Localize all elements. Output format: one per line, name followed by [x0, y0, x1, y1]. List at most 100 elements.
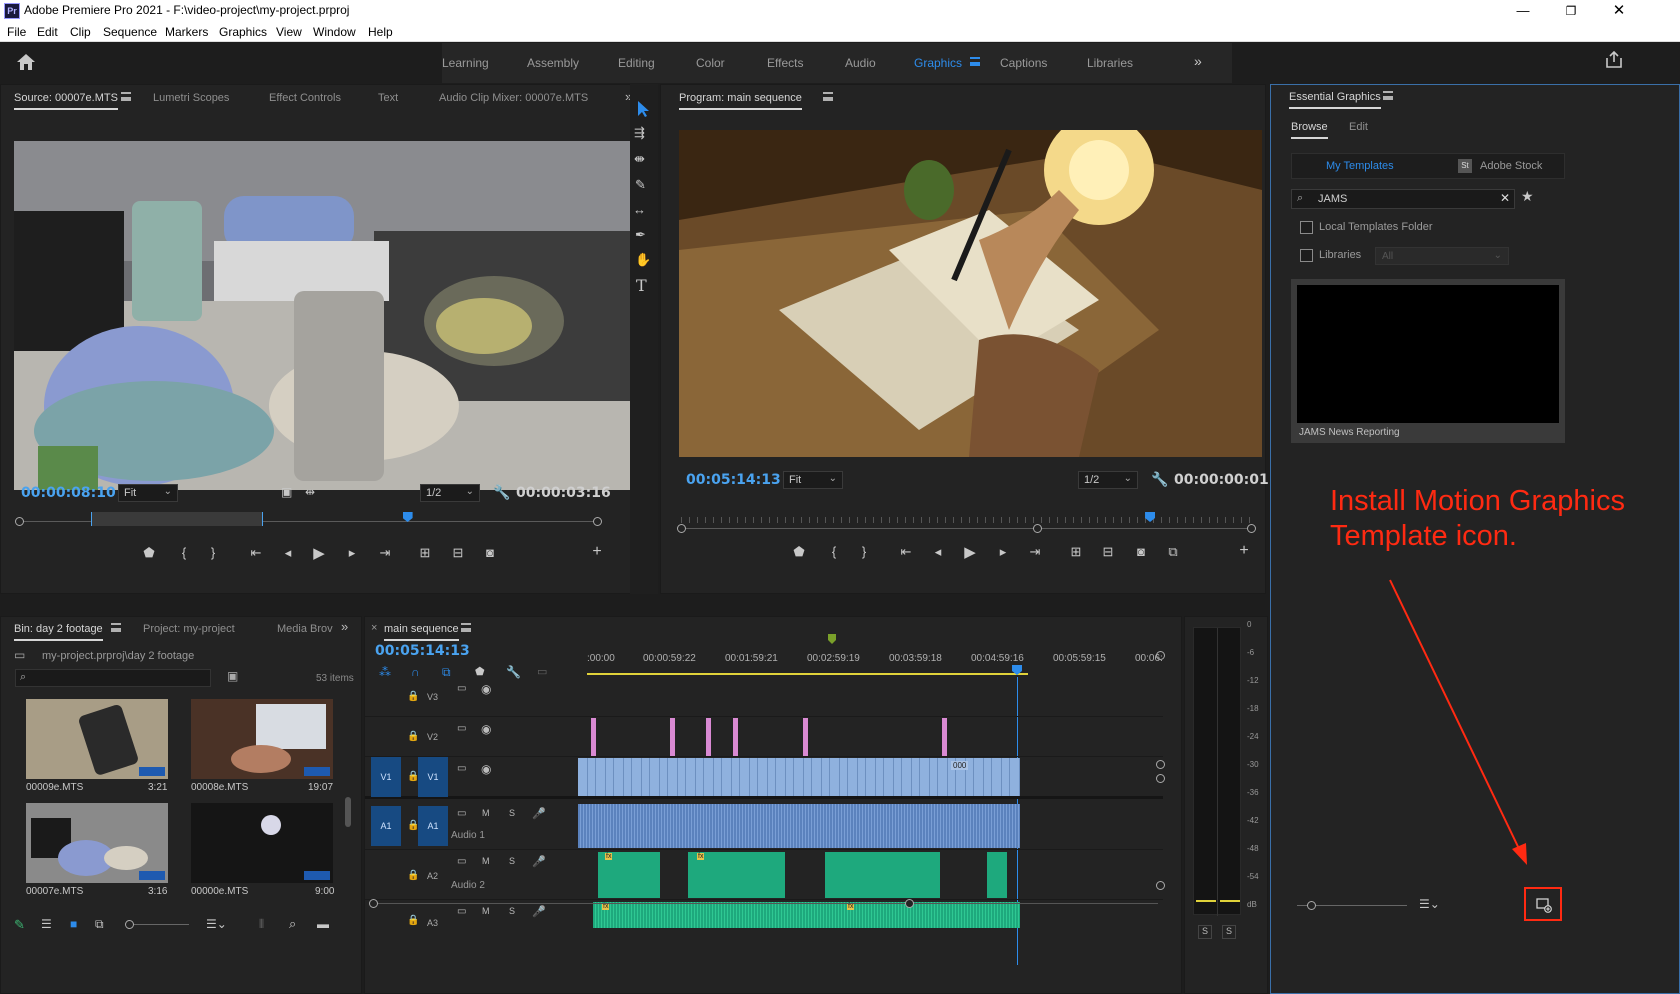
program-mark-out-icon[interactable]: } [854, 544, 874, 559]
lock-icon[interactable]: 🔒 [407, 870, 419, 881]
program-wrench-icon[interactable]: 🔧 [1151, 471, 1168, 488]
solo-button[interactable]: S [509, 856, 515, 866]
menu-edit[interactable]: Edit [37, 25, 58, 39]
menu-graphics[interactable]: Graphics [219, 25, 267, 39]
program-fit-select[interactable]: Fit ⌄ [783, 471, 843, 489]
template-search-input[interactable]: ⌕ JAMS ✕ [1291, 189, 1515, 209]
slip-tool-icon[interactable]: ↔ [633, 202, 646, 217]
essential-graphics-title[interactable]: Essential Graphics [1289, 91, 1381, 109]
track-zoom-handle[interactable] [1156, 881, 1165, 890]
source-timecode[interactable]: 00:00:08:10 [21, 485, 116, 501]
audio-clip[interactable] [593, 902, 1020, 928]
tab-effect-controls[interactable]: Effect Controls [269, 92, 341, 104]
workspace-graphics[interactable]: Graphics [914, 56, 962, 70]
close-tab-icon[interactable]: × [371, 622, 377, 634]
timeline-tab[interactable]: main sequence [384, 623, 459, 641]
work-area-bar[interactable] [587, 673, 1028, 675]
solo-button[interactable]: S [509, 808, 515, 818]
bin-panel-menu-icon[interactable] [111, 623, 121, 632]
lock-icon[interactable]: 🔒 [407, 731, 419, 742]
timeline-zoom-bar[interactable] [369, 899, 1158, 908]
timeline-menu-icon[interactable] [461, 623, 471, 632]
tab-project[interactable]: Project: my-project [143, 623, 235, 635]
lift-icon[interactable]: ⊞ [1066, 544, 1086, 560]
source-resolution-select[interactable]: 1/2 ⌄ [420, 484, 480, 502]
hand-tool-icon[interactable]: ✋ [635, 252, 651, 268]
graphic-clip[interactable] [591, 718, 596, 756]
audio-clip[interactable] [987, 852, 1007, 898]
add-marker-icon[interactable]: ⬟ [139, 545, 159, 561]
new-bin-icon[interactable]: ▣ [227, 669, 238, 683]
eye-icon[interactable]: ◉ [481, 682, 491, 696]
graphic-clip[interactable] [803, 718, 808, 756]
freeform-view-icon[interactable]: ⧉ [95, 917, 104, 932]
mute-button[interactable]: M [482, 906, 490, 916]
program-title[interactable]: Program: main sequence [679, 92, 802, 110]
sequence-marker[interactable] [828, 634, 836, 644]
program-go-to-in-icon[interactable]: ⇤ [896, 544, 916, 560]
audio-clip[interactable] [825, 852, 940, 898]
mute-button[interactable]: M [482, 808, 490, 818]
track-target-v1[interactable]: V1 [418, 757, 448, 797]
meter-solo-button[interactable]: S [1198, 925, 1212, 939]
restore-button[interactable]: ❐ [1548, 0, 1594, 22]
graphic-clip[interactable] [733, 718, 738, 756]
voiceover-mic-icon[interactable]: 🎤 [532, 905, 546, 918]
program-panel-menu-icon[interactable] [823, 92, 833, 101]
drag-video-icon[interactable]: ⇹ [305, 485, 315, 499]
share-icon[interactable] [1605, 51, 1623, 69]
track-select-tool-icon[interactable]: ⇶ [634, 125, 645, 141]
clip-thumbnail[interactable] [26, 699, 168, 779]
button-editor-plus-icon[interactable]: + [587, 543, 607, 561]
list-view-icon[interactable]: ☰ [41, 917, 52, 931]
solo-button[interactable]: S [509, 906, 515, 916]
sync-lock-icon[interactable]: ▭ [457, 683, 466, 694]
automate-to-sequence-icon[interactable]: ⫴ [259, 917, 264, 932]
go-to-out-icon[interactable]: ⇥ [375, 545, 395, 561]
close-button[interactable]: ✕ [1596, 0, 1642, 22]
tab-browse[interactable]: Browse [1291, 121, 1328, 139]
program-button-editor-plus-icon[interactable]: + [1234, 542, 1254, 560]
meter-solo-button[interactable]: S [1222, 925, 1236, 939]
sync-lock-icon[interactable]: ▭ [457, 808, 466, 819]
insert-icon[interactable]: ⊞ [415, 545, 435, 561]
clip-thumbnail[interactable] [191, 803, 333, 883]
comparison-view-icon[interactable]: ⧉ [1163, 544, 1183, 560]
chevron-double-right-icon[interactable]: » [1194, 53, 1202, 69]
source-panel-menu-icon[interactable] [121, 92, 131, 101]
workspace-color[interactable]: Color [696, 56, 725, 70]
track-zoom-handle[interactable] [1156, 760, 1165, 769]
mark-in-icon[interactable]: { [174, 545, 194, 560]
program-play-icon[interactable]: ▶ [960, 543, 980, 561]
program-step-forward-icon[interactable]: ▸ [993, 544, 1013, 560]
tab-adobe-stock[interactable]: Adobe Stock [1480, 160, 1542, 172]
bin-search-input[interactable]: ⌕ [15, 669, 211, 687]
program-camera-icon[interactable]: ◙ [1131, 544, 1151, 559]
tab-media-browser[interactable]: Media Brov [277, 623, 333, 635]
clip-thumbnail[interactable] [191, 699, 333, 779]
menu-help[interactable]: Help [368, 25, 393, 39]
program-resolution-select[interactable]: 1/2 ⌄ [1078, 471, 1138, 489]
icon-view-icon[interactable]: ■ [70, 917, 77, 931]
audio-clip-strip[interactable] [578, 804, 1020, 848]
step-back-icon[interactable]: ◂ [278, 545, 298, 561]
play-icon[interactable]: ▶ [309, 544, 329, 562]
menu-clip[interactable]: Clip [70, 25, 91, 39]
program-step-back-icon[interactable]: ◂ [928, 544, 948, 560]
tab-my-templates[interactable]: My Templates [1326, 160, 1394, 172]
track-name-v3[interactable]: V3 [427, 692, 438, 702]
eye-icon[interactable]: ◉ [481, 762, 491, 776]
selection-tool-icon[interactable] [634, 100, 652, 118]
tab-edit[interactable]: Edit [1349, 121, 1368, 133]
voiceover-mic-icon[interactable]: 🎤 [532, 807, 546, 820]
tab-audio-clip-mixer[interactable]: Audio Clip Mixer: 00007e.MTS [439, 92, 588, 104]
sync-lock-icon[interactable]: ▭ [457, 906, 466, 917]
source-patch-v1[interactable]: V1 [371, 757, 401, 797]
ripple-edit-tool-icon[interactable]: ⇼ [634, 151, 645, 167]
timeline-ruler[interactable]: :00:00 00:00:59:22 00:01:59:21 00:02:59:… [587, 634, 1163, 677]
clip-thumbnail[interactable] [26, 803, 168, 883]
menu-window[interactable]: Window [313, 25, 356, 39]
thumbnail-size-slider[interactable] [125, 920, 189, 929]
workspace-audio[interactable]: Audio [845, 56, 876, 70]
track-zoom-handle[interactable] [1156, 774, 1165, 783]
